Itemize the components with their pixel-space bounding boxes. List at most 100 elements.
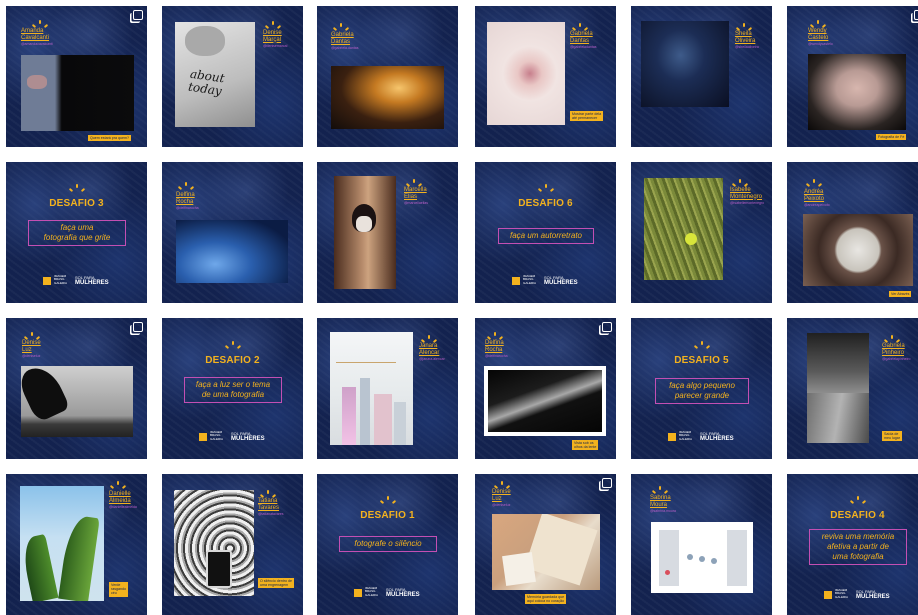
- post-tile[interactable]: Wendy Castelo @wendycastelo Fotografia d…: [787, 6, 918, 147]
- post-tile[interactable]: Danielle Almeida @daniellealmeida Verde …: [6, 474, 147, 615]
- author-name: Isabelle Montenegro: [730, 187, 763, 200]
- photo: [21, 55, 134, 131]
- photo: [651, 522, 753, 593]
- author-name: Marcella Elias: [404, 187, 427, 200]
- author-handle: @andreapeixoto: [804, 203, 830, 207]
- instagram-post-grid: Amanda Cavalcanti @amandacavalcanti Quem…: [0, 0, 918, 615]
- photo: [807, 333, 869, 443]
- author-name: Denise Luz: [492, 489, 511, 502]
- challenge-title: DESAFIO 2: [205, 355, 260, 366]
- photo: [644, 178, 723, 280]
- gallery-logo-icon: [199, 433, 207, 441]
- partner-logos: IMAGEM BRASIL GALERIA SOL PARA MULHERES: [668, 427, 734, 442]
- author-handle: @gabrieladantas: [570, 45, 597, 49]
- author-name: Denise Marçal: [263, 30, 282, 43]
- post-tile[interactable]: Delfina Rocha @delfinarocha: [162, 162, 303, 303]
- logo-right-big: MULHERES: [856, 593, 890, 600]
- author-handle: @deniseluz: [22, 354, 41, 358]
- challenge-prompt: faça a luz ser o tema de uma fotografia: [184, 377, 282, 403]
- caption: O silêncio dentro de uma engrenagem: [258, 578, 294, 589]
- author-name: Janara Alencar: [419, 343, 440, 356]
- post-tile[interactable]: Gabriela Dantas @gabriela.dantas: [317, 6, 458, 147]
- post-tile[interactable]: Marcella Elias @marcellaelias: [317, 162, 458, 303]
- author-handle: @delfinarocha: [485, 354, 508, 358]
- partner-logos: IMAGEM BRASIL GALERIA SOL PARA MULHERES: [824, 585, 890, 600]
- post-tile[interactable]: DESAFIO 1 fotografe o silêncio IMAGEM BR…: [317, 474, 458, 615]
- author-handle: @daniellealmeida: [109, 505, 137, 509]
- post-tile[interactable]: Denise Marçal @denisemarcal about today: [162, 6, 303, 147]
- post-tile[interactable]: Delfina Rocha @delfinarocha Vista sob os…: [475, 318, 616, 459]
- post-tile[interactable]: Andréa Peixoto @andreapeixoto Ver Atravé…: [787, 162, 918, 303]
- post-tile[interactable]: DESAFIO 5 faça algo pequeno parecer gran…: [631, 318, 772, 459]
- author-name: Andréa Peixoto: [804, 189, 825, 202]
- author-name: Wendy Castelo: [808, 28, 829, 41]
- photo: [487, 22, 565, 125]
- author-handle: @denisemarcal: [263, 44, 288, 48]
- author-handle: @janara.alencar: [419, 357, 445, 361]
- caption: Saída de meu lugar: [882, 431, 902, 442]
- author-handle: @deniseluz: [492, 503, 511, 507]
- logo-right-big: MULHERES: [386, 591, 420, 598]
- sun-rays-icon: [493, 481, 511, 490]
- photo: [330, 332, 413, 445]
- post-tile[interactable]: DESAFIO 2 faça a luz ser o tema de uma f…: [162, 318, 303, 459]
- carousel-icon: [133, 10, 143, 20]
- author-handle: @gabriela.dantas: [331, 46, 359, 50]
- logo-right-big: MULHERES: [700, 435, 734, 442]
- partner-logos: IMAGEM BRASIL GALERIA SOL PARA MULHERES: [512, 271, 578, 286]
- sun-rays-icon: [177, 182, 195, 191]
- post-tile[interactable]: DESAFIO 6 faça um autorretrato IMAGEM BR…: [475, 162, 616, 303]
- carousel-icon: [914, 10, 918, 20]
- caption: Quem estará pra quem?: [88, 135, 131, 142]
- challenge-title: DESAFIO 5: [674, 355, 729, 366]
- logo-right-big: MULHERES: [231, 435, 265, 442]
- partner-logos: IMAGEM BRASIL GALERIA SOL PARA MULHERES: [354, 583, 420, 598]
- post-tile[interactable]: Amanda Cavalcanti @amandacavalcanti Quem…: [6, 6, 147, 147]
- challenge-title: DESAFIO 3: [49, 198, 104, 209]
- photo: about today: [175, 22, 255, 127]
- photo: [334, 176, 396, 289]
- logo-left-text: IMAGEM BRASIL GALERIA: [365, 585, 379, 597]
- author-name: Amanda Cavalcanti: [21, 28, 50, 41]
- logo-left-text: IMAGEM BRASIL GALERIA: [679, 429, 693, 441]
- gallery-logo-icon: [43, 277, 51, 285]
- author-handle: @isabellemontenegro: [730, 201, 765, 205]
- challenge-title: DESAFIO 1: [360, 510, 415, 521]
- post-tile[interactable]: Isabelle Montenegro @isabellemontenegro: [631, 162, 772, 303]
- logo-left-text: IMAGEM BRASIL GALERIA: [523, 273, 537, 285]
- sun-rays-icon: [486, 332, 504, 341]
- post-tile[interactable]: DESAFIO 4 reviva uma memória afetiva a p…: [787, 474, 918, 615]
- author-name: Gabriela Pinheiro: [882, 343, 905, 356]
- post-tile[interactable]: DESAFIO 3 faça uma fotografia que grite …: [6, 162, 147, 303]
- author-handle: @wendycastelo: [808, 42, 833, 46]
- post-tile[interactable]: Gabriela Pinheiro @gabrielapinheiro Saíd…: [787, 318, 918, 459]
- author-handle: @sabrina.moura: [650, 509, 676, 513]
- author-handle: @tatianatavares: [258, 512, 284, 516]
- sun-rays-icon: [68, 184, 86, 193]
- sun-rays-icon: [809, 20, 827, 29]
- sun-rays-icon: [571, 23, 589, 32]
- post-tile[interactable]: Denise Luz @deniseluz: [6, 318, 147, 459]
- caption: Ver Através: [889, 291, 912, 298]
- post-tile[interactable]: Tatiana Tavares @tatianatavares O silênc…: [162, 474, 303, 615]
- author-handle: @gabrielapinheiro: [882, 357, 911, 361]
- author-handle: @sheilaoliveira: [735, 45, 759, 49]
- photo: [331, 66, 444, 129]
- post-tile[interactable]: Denise Luz @deniseluz Memória guardada q…: [475, 474, 616, 615]
- caption: Mostrar parte dela até permanecer: [570, 111, 604, 122]
- author-name: Delfina Rocha: [485, 340, 504, 353]
- post-tile[interactable]: Janara Alencar @janara.alencar: [317, 318, 458, 459]
- photo: [176, 220, 288, 283]
- challenge-prompt: fotografe o silêncio: [339, 536, 437, 552]
- logo-right-big: MULHERES: [544, 279, 578, 286]
- sun-rays-icon: [264, 21, 282, 30]
- post-tile[interactable]: Gabriela Dantas @gabrieladantas Mostrar …: [475, 6, 616, 147]
- post-tile[interactable]: Sabrina Moura @sabrina.moura: [631, 474, 772, 615]
- photo: [803, 214, 913, 286]
- challenge-prompt: faça algo pequeno parecer grande: [655, 378, 749, 404]
- post-tile[interactable]: Sheila Oliveira @sheilaoliveira: [631, 6, 772, 147]
- carousel-icon: [133, 322, 143, 332]
- challenge-prompt: reviva uma memória afetiva a partir de u…: [809, 529, 907, 565]
- sun-rays-icon: [849, 496, 867, 505]
- author-handle: @amandacavalcanti: [21, 42, 53, 46]
